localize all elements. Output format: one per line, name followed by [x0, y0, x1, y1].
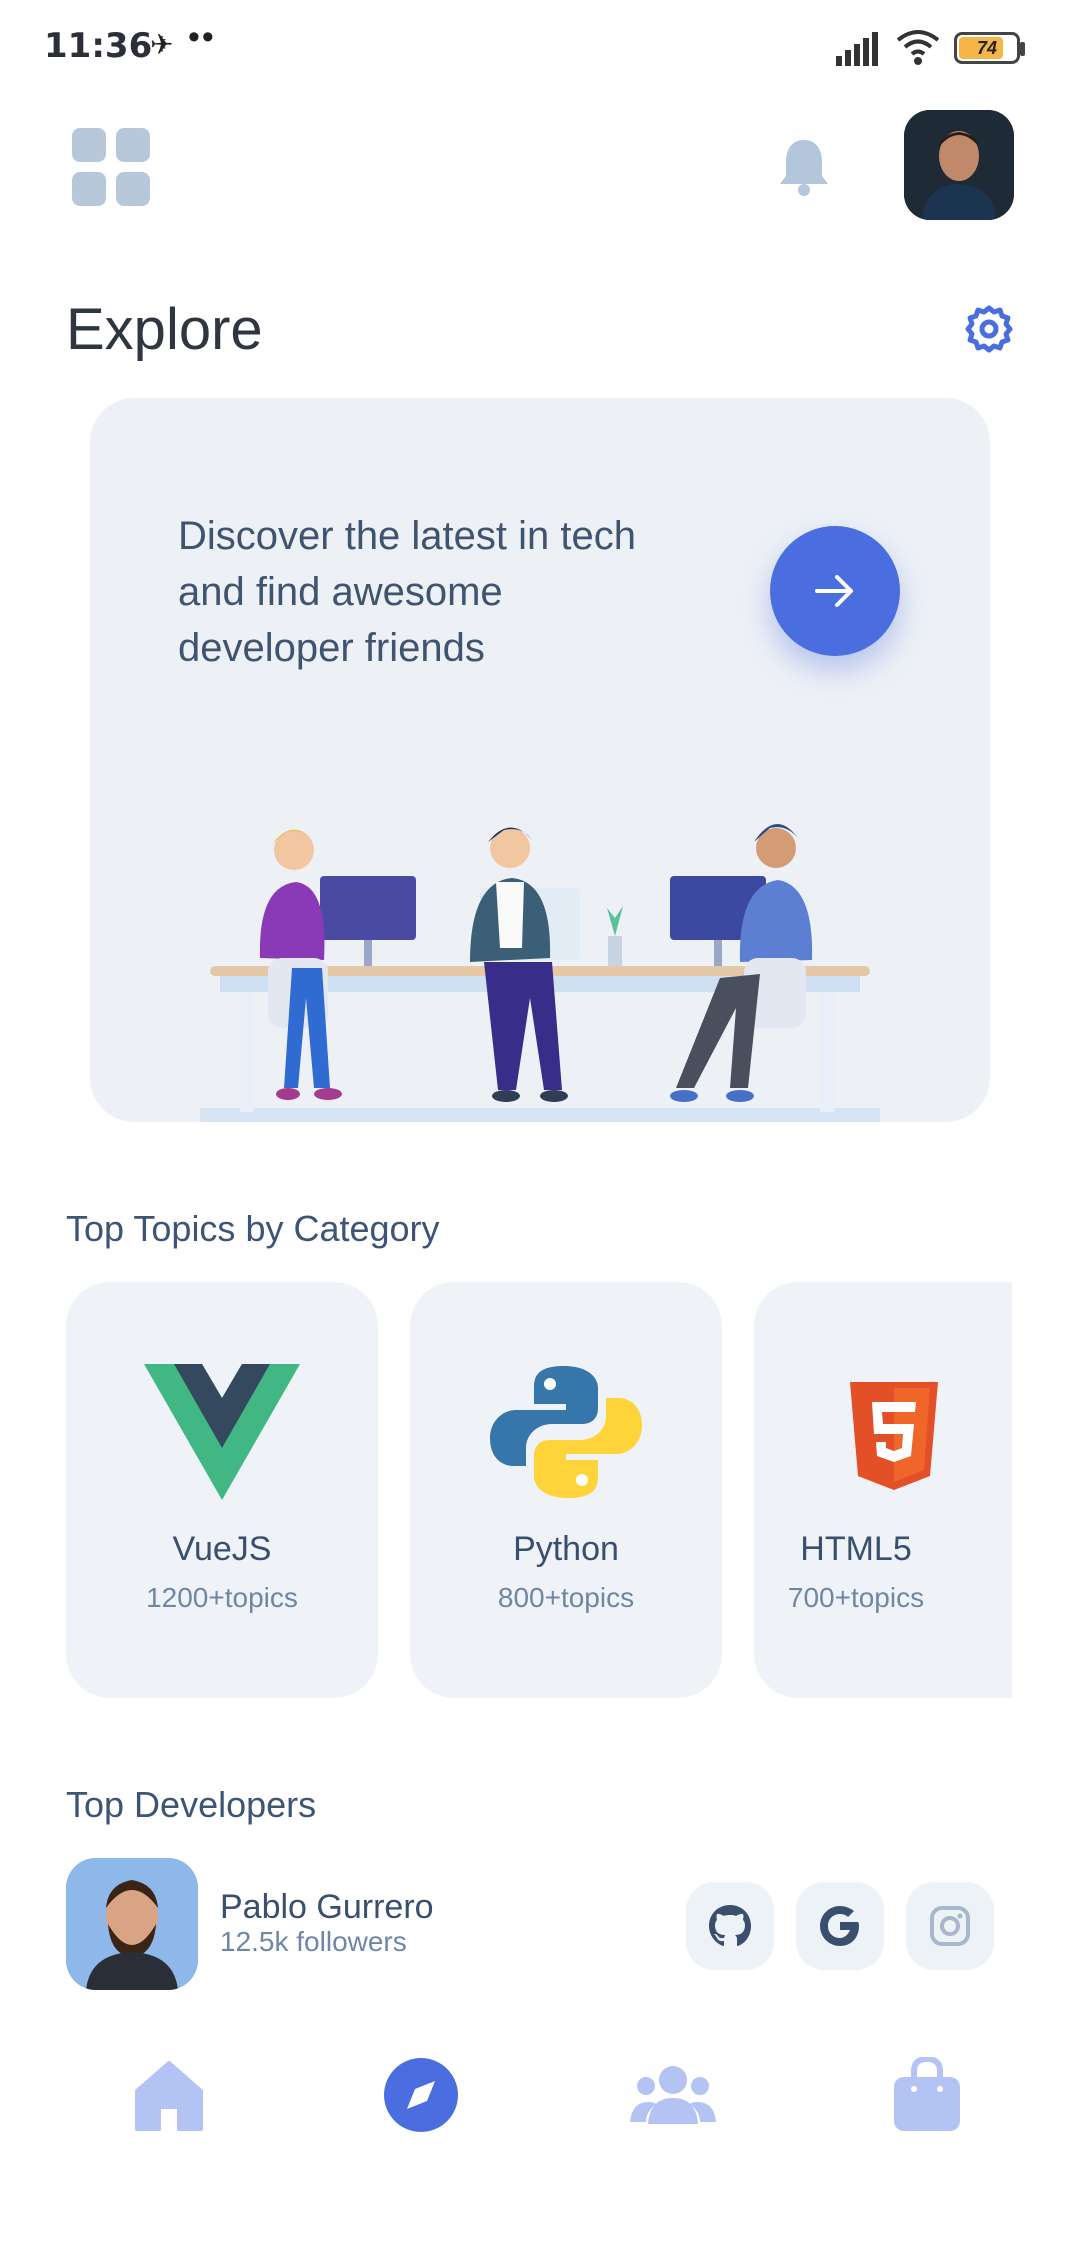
nav-explore[interactable] [376, 2050, 466, 2140]
topic-card-html5[interactable]: HTML5 700+topics [754, 1282, 1012, 1698]
signal-icon [836, 32, 878, 66]
notification-indicator-icon: ✈ [150, 29, 174, 60]
google-button[interactable] [796, 1882, 884, 1970]
topics-section-title: Top Topics by Category [66, 1208, 440, 1249]
developers-section-title: Top Developers [66, 1784, 317, 1825]
github-button[interactable] [686, 1882, 774, 1970]
github-icon [709, 1905, 751, 1946]
people-icon [630, 2066, 716, 2124]
topic-name: VueJS [172, 1530, 272, 1568]
topic-card-vuejs[interactable]: VueJS 1200+topics [66, 1282, 378, 1698]
developer-avatar-image [66, 1858, 198, 1990]
google-icon [820, 1906, 859, 1946]
hero-card[interactable]: Discover the latest in tech and find awe… [90, 398, 990, 1122]
developer-followers: 12.5k followers [220, 1926, 407, 1957]
python-logo-icon [490, 1366, 642, 1498]
topic-count: 1200+topics [146, 1582, 298, 1613]
topic-name: Python [513, 1530, 619, 1568]
arrow-right-icon [815, 575, 853, 607]
instagram-icon [930, 1906, 970, 1946]
shop-bag-icon [894, 2057, 960, 2131]
bell-icon[interactable] [776, 136, 832, 196]
home-icon [135, 2061, 203, 2131]
topic-name: HTML5 [800, 1530, 912, 1568]
nav-home[interactable] [124, 2050, 214, 2140]
hero-text: Discover the latest in tech and find awe… [178, 514, 636, 670]
profile-avatar-image [904, 110, 1014, 220]
battery-icon: 74 [954, 32, 1020, 64]
topic-count: 800+topics [497, 1582, 635, 1613]
instagram-button[interactable] [906, 1882, 994, 1970]
page-title: Explore [66, 297, 263, 362]
developer-avatar[interactable] [66, 1858, 198, 1990]
profile-avatar[interactable] [904, 110, 1014, 220]
hero-arrow-button[interactable] [770, 526, 900, 656]
wifi-icon [896, 30, 940, 65]
developer-name: Pablo Gurrero [220, 1888, 434, 1926]
explore-compass-icon [384, 2058, 458, 2132]
nav-people[interactable] [628, 2050, 718, 2140]
gear-icon[interactable] [964, 304, 1014, 354]
vuejs-logo-icon [144, 1364, 300, 1500]
battery-nub [1020, 42, 1025, 56]
battery-level: 74 [976, 38, 998, 58]
html5-logo-icon [850, 1382, 938, 1490]
grid-menu-icon[interactable] [72, 128, 150, 206]
more-notifications-icon: •• [188, 18, 216, 56]
developers-illustration [200, 823, 880, 1122]
topic-card-python[interactable]: Python 800+topics [410, 1282, 722, 1698]
topic-count: 700+topics [787, 1582, 925, 1613]
status-time: 11:36 [44, 26, 153, 66]
nav-shop[interactable] [882, 2050, 972, 2140]
